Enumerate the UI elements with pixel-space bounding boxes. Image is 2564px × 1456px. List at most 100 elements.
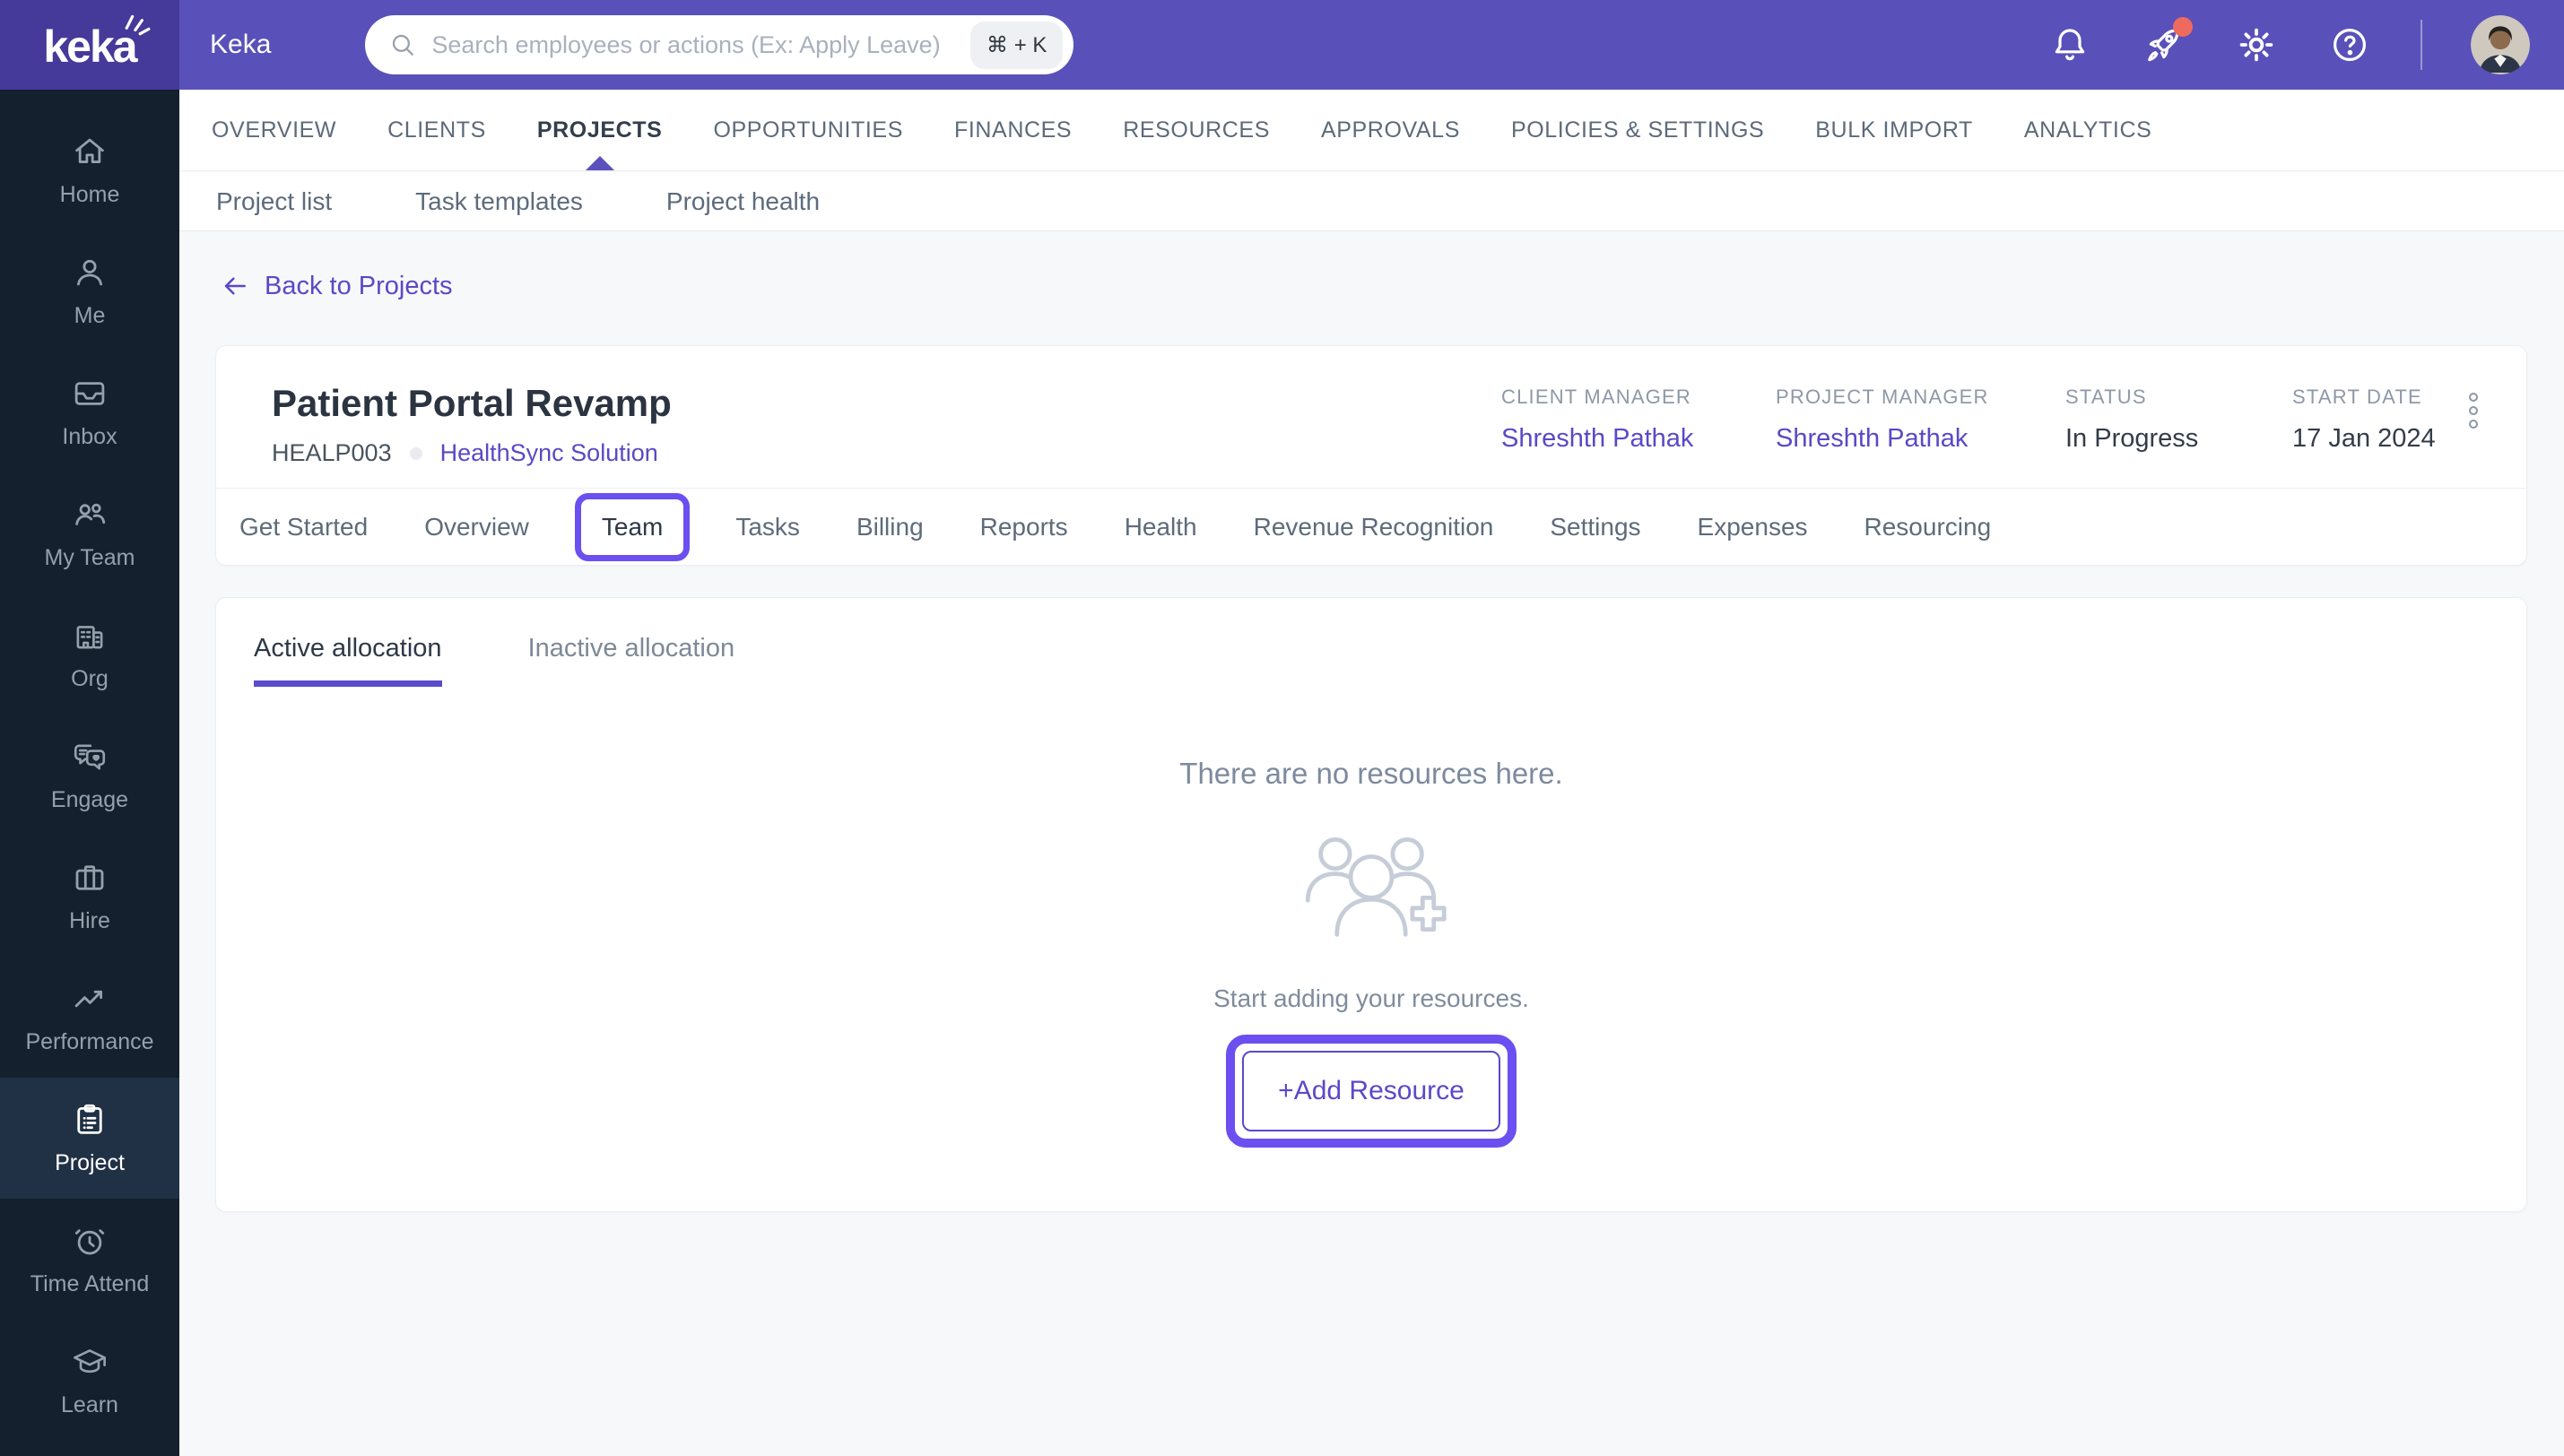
project-menu-kebab[interactable] — [2464, 387, 2483, 434]
status-field: STATUS In Progress — [2065, 386, 2198, 454]
main-nav-opportunities[interactable]: OPPORTUNITIES — [713, 90, 903, 170]
project-tab-team[interactable]: Team — [602, 513, 663, 542]
tab-active-allocation[interactable]: Active allocation — [254, 634, 442, 687]
sidebar-item-learn[interactable]: Learn — [0, 1320, 179, 1441]
project-header-card: Patient Portal Revamp HEALP003 HealthSyn… — [215, 345, 2527, 566]
add-resource-button[interactable]: +Add Resource — [1242, 1051, 1500, 1131]
alarm-clock-icon — [74, 1228, 105, 1254]
people-group-plus-icon — [1305, 836, 1447, 937]
sidebar-item-engage[interactable]: Engage — [0, 715, 179, 836]
empty-state: There are no resources here. Start addin… — [216, 687, 2526, 1211]
project-manager-label: PROJECT MANAGER — [1776, 386, 1989, 408]
empty-state-subtitle: Start adding your resources. — [1213, 984, 1529, 1012]
project-tab-tasks[interactable]: Tasks — [735, 513, 800, 542]
logo-spark-icon — [125, 14, 151, 36]
team-allocation-card: Active allocation Inactive allocation Th… — [215, 597, 2527, 1212]
bell-icon — [2055, 29, 2085, 61]
project-tab-revenue-recognition[interactable]: Revenue Recognition — [1254, 513, 1494, 542]
home-icon — [75, 138, 104, 163]
global-search[interactable]: ⌘ + K — [365, 15, 1074, 74]
project-code: HEALP003 — [272, 439, 392, 466]
kebab-dot — [2469, 420, 2478, 429]
gear-icon — [2239, 28, 2273, 62]
start-date-label: START DATE — [2292, 386, 2422, 408]
search-icon — [393, 34, 414, 56]
tab-inactive-allocation[interactable]: Inactive allocation — [528, 634, 735, 687]
back-to-projects-link[interactable]: Back to Projects — [220, 271, 453, 301]
avatar-photo — [2471, 15, 2530, 74]
back-arrow-icon — [224, 277, 246, 295]
main-nav-policies-settings[interactable]: POLICIES & SETTINGS — [1511, 90, 1764, 170]
sidebar-item-me[interactable]: Me — [0, 230, 179, 351]
project-tab-billing[interactable]: Billing — [856, 513, 924, 542]
sidebar-nav: Home Me Inbox My Team Org Engage Hire Pe… — [0, 90, 179, 1456]
top-bar: keka Keka ⌘ + K — [0, 0, 2564, 90]
project-tab-get-started[interactable]: Get Started — [239, 513, 368, 542]
subnav-project-health[interactable]: Project health — [666, 187, 820, 216]
graduation-cap-icon — [74, 1348, 106, 1373]
project-tab-settings[interactable]: Settings — [1550, 513, 1640, 542]
projects-sub-nav: Project list Task templates Project heal… — [179, 172, 2564, 231]
subnav-project-list[interactable]: Project list — [216, 187, 332, 216]
project-tab-expenses[interactable]: Expenses — [1698, 513, 1808, 542]
add-resource-highlight-box: +Add Resource — [1226, 1035, 1517, 1148]
main-nav-analytics[interactable]: ANALYTICS — [2024, 90, 2151, 170]
project-title: Patient Portal Revamp — [272, 382, 672, 424]
briefcase-icon — [75, 864, 104, 890]
sidebar-item-label: My Team — [44, 544, 135, 570]
notifications-button[interactable] — [2047, 22, 2092, 67]
client-manager-field: CLIENT MANAGER Shreshth Pathak — [1501, 386, 1693, 454]
main-nav: OVERVIEW CLIENTS PROJECTS OPPORTUNITIES … — [179, 90, 2564, 171]
sidebar-item-org[interactable]: Org — [0, 594, 179, 715]
empty-state-title: There are no resources here. — [1179, 757, 1563, 790]
keka-logo[interactable]: keka — [0, 0, 179, 90]
whats-new-button[interactable] — [2141, 17, 2193, 67]
sidebar-item-inbox[interactable]: Inbox — [0, 351, 179, 472]
status-label: STATUS — [2065, 386, 2147, 408]
kebab-dot — [2469, 406, 2478, 415]
sidebar-item-performance[interactable]: Performance — [0, 957, 179, 1078]
project-tab-health[interactable]: Health — [1125, 513, 1197, 542]
status-value: In Progress — [2065, 424, 2199, 453]
user-icon — [77, 259, 102, 285]
dot-separator — [409, 446, 422, 460]
main-nav-projects[interactable]: PROJECTS — [537, 90, 663, 170]
main-nav-finances[interactable]: FINANCES — [954, 90, 1072, 170]
sidebar-item-project[interactable]: Project — [0, 1078, 179, 1199]
project-tabs: Get Started Overview Team Tasks Billing … — [216, 488, 2526, 565]
client-manager-label: CLIENT MANAGER — [1501, 386, 1691, 408]
subnav-task-templates[interactable]: Task templates — [415, 187, 583, 216]
inbox-icon — [74, 381, 105, 405]
notification-badge-dot — [2173, 17, 2193, 37]
sidebar-item-hire[interactable]: Hire — [0, 836, 179, 957]
project-tab-reports[interactable]: Reports — [980, 513, 1068, 542]
main-nav-resources[interactable]: RESOURCES — [1123, 90, 1270, 170]
sidebar-item-label: Home — [59, 181, 120, 207]
start-date-field: START DATE 17 Jan 2024 — [2292, 386, 2436, 454]
sidebar-item-time-attend[interactable]: Time Attend — [0, 1199, 179, 1320]
sidebar-item-label: Engage — [50, 786, 129, 812]
help-button[interactable] — [2327, 22, 2372, 67]
settings-button[interactable] — [2234, 22, 2279, 67]
project-tab-overview[interactable]: Overview — [424, 513, 529, 542]
main-nav-overview[interactable]: OVERVIEW — [212, 90, 336, 170]
project-manager-value[interactable]: Shreshth Pathak — [1776, 424, 1989, 454]
search-input[interactable] — [431, 30, 971, 59]
trend-icon — [74, 990, 102, 1007]
main-nav-bulk-import[interactable]: BULK IMPORT — [1815, 90, 1973, 170]
client-name-link[interactable]: HealthSync Solution — [440, 439, 658, 467]
topbar-divider — [2421, 20, 2422, 70]
sidebar-item-home[interactable]: Home — [0, 109, 179, 230]
user-avatar[interactable] — [2471, 15, 2530, 74]
sidebar-item-label: Org — [71, 665, 109, 691]
project-tab-resourcing[interactable]: Resourcing — [1864, 513, 1992, 542]
sidebar-item-label: Learn — [61, 1391, 118, 1417]
allocation-tabs: Active allocation Inactive allocation — [216, 598, 2526, 687]
main-nav-clients[interactable]: CLIENTS — [387, 90, 486, 170]
main-nav-approvals[interactable]: APPROVALS — [1321, 90, 1460, 170]
sidebar-item-label: Hire — [69, 907, 110, 933]
project-code-row: HEALP003 HealthSync Solution — [272, 439, 658, 467]
building-icon — [76, 625, 103, 648]
client-manager-value[interactable]: Shreshth Pathak — [1501, 424, 1693, 454]
sidebar-item-my-team[interactable]: My Team — [0, 472, 179, 594]
